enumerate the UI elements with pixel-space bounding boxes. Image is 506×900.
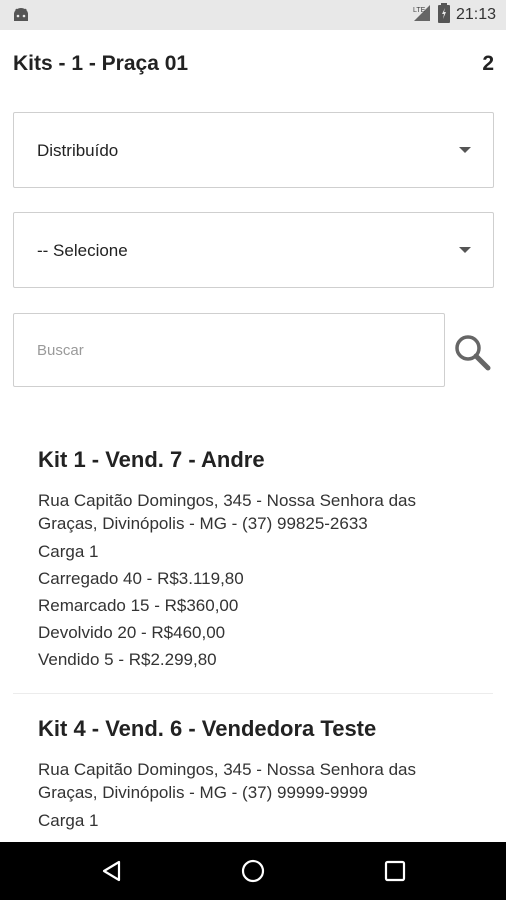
kit-card[interactable]: Kit 1 - Vend. 7 - Andre Rua Capitão Domi… (0, 425, 506, 693)
kit-title: Kit 1 - Vend. 7 - Andre (38, 447, 265, 472)
home-icon (241, 859, 265, 883)
secondary-select-value: -- Selecione (37, 241, 128, 260)
kit-card[interactable]: Kit 4 - Vend. 6 - Vendedora Teste Rua Ca… (0, 694, 506, 842)
status-bar: LTE 21:13 (0, 0, 506, 30)
dropdown-caret-icon (459, 247, 471, 253)
status-time: 21:13 (455, 6, 496, 23)
main-content: Kits - 1 - Praça 01 2 Distribuído -- Sel… (0, 30, 506, 842)
page-header: Kits - 1 - Praça 01 2 (13, 52, 494, 84)
back-icon (102, 860, 121, 882)
android-icon (12, 6, 30, 22)
item-count: 2 (482, 52, 494, 75)
kit-carga: Carga 1 (38, 542, 99, 561)
svg-text:LTE: LTE (413, 7, 426, 14)
home-button[interactable] (213, 842, 293, 900)
recent-apps-button[interactable] (355, 842, 435, 900)
back-button[interactable] (72, 842, 152, 900)
kit-title: Kit 4 - Vend. 6 - Vendedora Teste (38, 716, 377, 741)
kit-remarcado: Remarcado 15 - R$360,00 (38, 596, 239, 615)
search-field[interactable] (13, 313, 445, 387)
recent-apps-icon (384, 860, 406, 882)
search-icon (455, 335, 491, 371)
kit-carga: Carga 1 (38, 811, 99, 830)
dropdown-caret-icon (459, 147, 471, 153)
navigation-bar (0, 842, 506, 900)
page-title: Kits - 1 - Praça 01 (13, 52, 189, 75)
kit-list: Kit 1 - Vend. 7 - Andre Rua Capitão Domi… (0, 425, 506, 842)
search-input[interactable] (14, 314, 444, 386)
status-select[interactable]: Distribuído (13, 112, 494, 188)
lte-signal-icon: LTE (412, 4, 432, 27)
kit-address: Rua Capitão Domingos, 345 - Nossa Senhor… (38, 760, 416, 802)
kit-vendido: Vendido 5 - R$2.299,80 (38, 650, 217, 669)
kit-carregado: Carregado 40 - R$3.119,80 (38, 569, 244, 588)
battery-icon (437, 2, 450, 28)
kit-address: Rua Capitão Domingos, 345 - Nossa Senhor… (38, 491, 416, 533)
status-select-value: Distribuído (37, 141, 119, 160)
secondary-select[interactable]: -- Selecione (13, 212, 494, 288)
kit-devolvido: Devolvido 20 - R$460,00 (38, 623, 226, 642)
search-button[interactable] (452, 332, 492, 372)
